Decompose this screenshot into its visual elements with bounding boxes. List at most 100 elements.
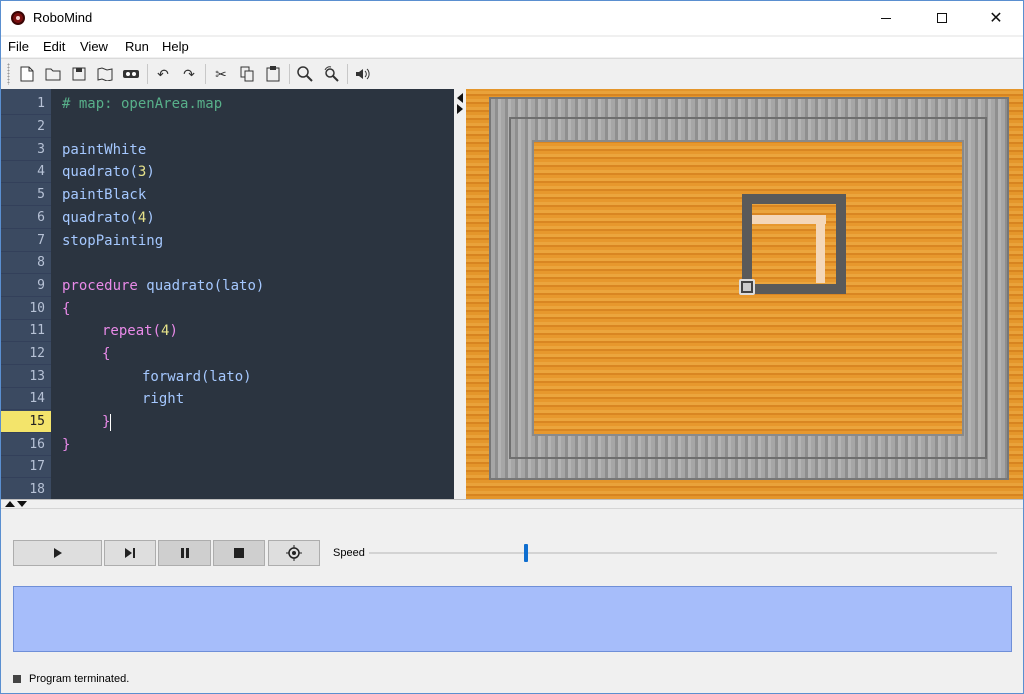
paste-icon[interactable]: [263, 64, 283, 84]
code-line: # map: openArea.map: [62, 96, 223, 112]
stop-icon: [234, 548, 244, 558]
code-line: forward(lato): [142, 369, 252, 385]
save-icon[interactable]: [69, 64, 89, 84]
line-number: 18: [1, 479, 51, 499]
menu-file[interactable]: File: [8, 39, 29, 54]
run-button[interactable]: [13, 540, 102, 566]
menu-bar: File Edit View Run Help: [1, 37, 1023, 57]
window-title: RoboMind: [33, 10, 93, 25]
code-line: }: [62, 437, 71, 453]
line-number: 11: [1, 320, 51, 342]
collapse-left-icon[interactable]: [457, 93, 463, 103]
cut-icon[interactable]: ✂: [211, 64, 231, 84]
open-folder-icon[interactable]: [43, 64, 63, 84]
menu-view[interactable]: View: [80, 39, 108, 54]
code-line: {: [62, 301, 71, 317]
output-panel[interactable]: [13, 586, 1012, 652]
locate-robot-icon: [286, 545, 302, 561]
black-paint-trail: [742, 194, 846, 204]
toolbar-separator: [347, 64, 348, 84]
code-token: ): [169, 323, 178, 339]
map-icon[interactable]: [95, 64, 115, 84]
code-line: quadrato(4): [62, 210, 155, 226]
line-number: 4: [1, 161, 51, 183]
speed-label: Speed: [333, 547, 365, 559]
stop-button[interactable]: [213, 540, 265, 566]
line-number: 1: [1, 93, 51, 115]
line-number: 16: [1, 434, 51, 456]
line-number: 2: [1, 116, 51, 138]
menu-run[interactable]: Run: [125, 39, 149, 54]
code-line: stopPainting: [62, 233, 164, 249]
speed-slider-thumb[interactable]: [524, 544, 528, 562]
line-number: 3: [1, 139, 51, 161]
code-line: right: [142, 391, 185, 407]
line-number: 9: [1, 275, 51, 297]
black-paint-trail: [742, 284, 846, 294]
line-number-gutter: 1 2 3 4 5 6 7 8 9 10 11 12 13 14 15 16 1…: [1, 89, 51, 499]
speed-slider-track[interactable]: [369, 552, 997, 554]
line-number: 6: [1, 207, 51, 229]
toolbar-separator: [289, 64, 290, 84]
code-line: paintWhite: [62, 142, 147, 158]
minimize-button[interactable]: [863, 1, 909, 35]
sound-icon[interactable]: [353, 64, 373, 84]
collapse-right-icon[interactable]: [457, 104, 463, 114]
line-number: 12: [1, 343, 51, 365]
line-number: 5: [1, 184, 51, 206]
line-number-active: 15: [1, 411, 51, 433]
line-number: 8: [1, 252, 51, 274]
toolbar-grip[interactable]: [7, 63, 10, 85]
step-icon: [125, 548, 135, 558]
title-bar[interactable]: RoboMind ✕: [1, 1, 1023, 35]
copy-icon[interactable]: [237, 64, 257, 84]
find-replace-icon[interactable]: [321, 64, 341, 84]
menu-help[interactable]: Help: [162, 39, 189, 54]
locate-robot-button[interactable]: [268, 540, 320, 566]
redo-icon[interactable]: ↷: [179, 64, 199, 84]
status-text: Program terminated.: [29, 673, 130, 685]
pause-button[interactable]: [158, 540, 211, 566]
status-indicator: [13, 675, 21, 683]
text-caret: [110, 413, 112, 431]
code-token: quadrato: [62, 210, 130, 226]
line-number: 14: [1, 388, 51, 410]
minimize-icon: [881, 17, 891, 19]
line-number: 7: [1, 230, 51, 252]
line-number: 10: [1, 298, 51, 320]
code-token: quadrato: [62, 164, 130, 180]
robot-sprite: [739, 279, 755, 295]
new-file-icon[interactable]: [17, 64, 37, 84]
code-editor[interactable]: 1 2 3 4 5 6 7 8 9 10 11 12 13 14 15 16 1…: [1, 89, 454, 499]
toolbar-separator: [147, 64, 148, 84]
maximize-icon: [937, 13, 947, 23]
pause-icon: [180, 548, 189, 558]
code-line: {: [102, 346, 111, 362]
code-token: procedure: [62, 278, 138, 294]
robot-icon[interactable]: [121, 64, 141, 84]
pane-splitter[interactable]: [454, 89, 466, 499]
black-paint-trail: [836, 194, 846, 294]
expand-up-icon[interactable]: [5, 501, 15, 507]
code-line: repeat(4): [102, 320, 178, 342]
menu-edit[interactable]: Edit: [43, 39, 65, 54]
undo-icon[interactable]: ↶: [153, 64, 173, 84]
code-token: quadrato(lato): [146, 278, 265, 294]
robot-map-view[interactable]: [466, 89, 1023, 499]
robomind-logo-icon: [11, 11, 25, 25]
play-icon: [53, 548, 62, 558]
code-line: }: [102, 411, 112, 433]
panel-collapse-bar[interactable]: [1, 499, 1023, 509]
toolbar-separator: [205, 64, 206, 84]
code-line: procedure quadrato(lato): [62, 275, 264, 297]
line-number: 13: [1, 366, 51, 388]
code-token: repeat(: [102, 323, 162, 339]
maximize-button[interactable]: [919, 1, 965, 35]
close-icon: ✕: [989, 10, 1003, 27]
close-button[interactable]: ✕: [973, 1, 1019, 35]
collapse-down-icon[interactable]: [17, 501, 27, 507]
code-token: }: [102, 414, 111, 430]
step-button[interactable]: [104, 540, 156, 566]
white-paint-trail: [816, 215, 825, 283]
find-icon[interactable]: [295, 64, 315, 84]
